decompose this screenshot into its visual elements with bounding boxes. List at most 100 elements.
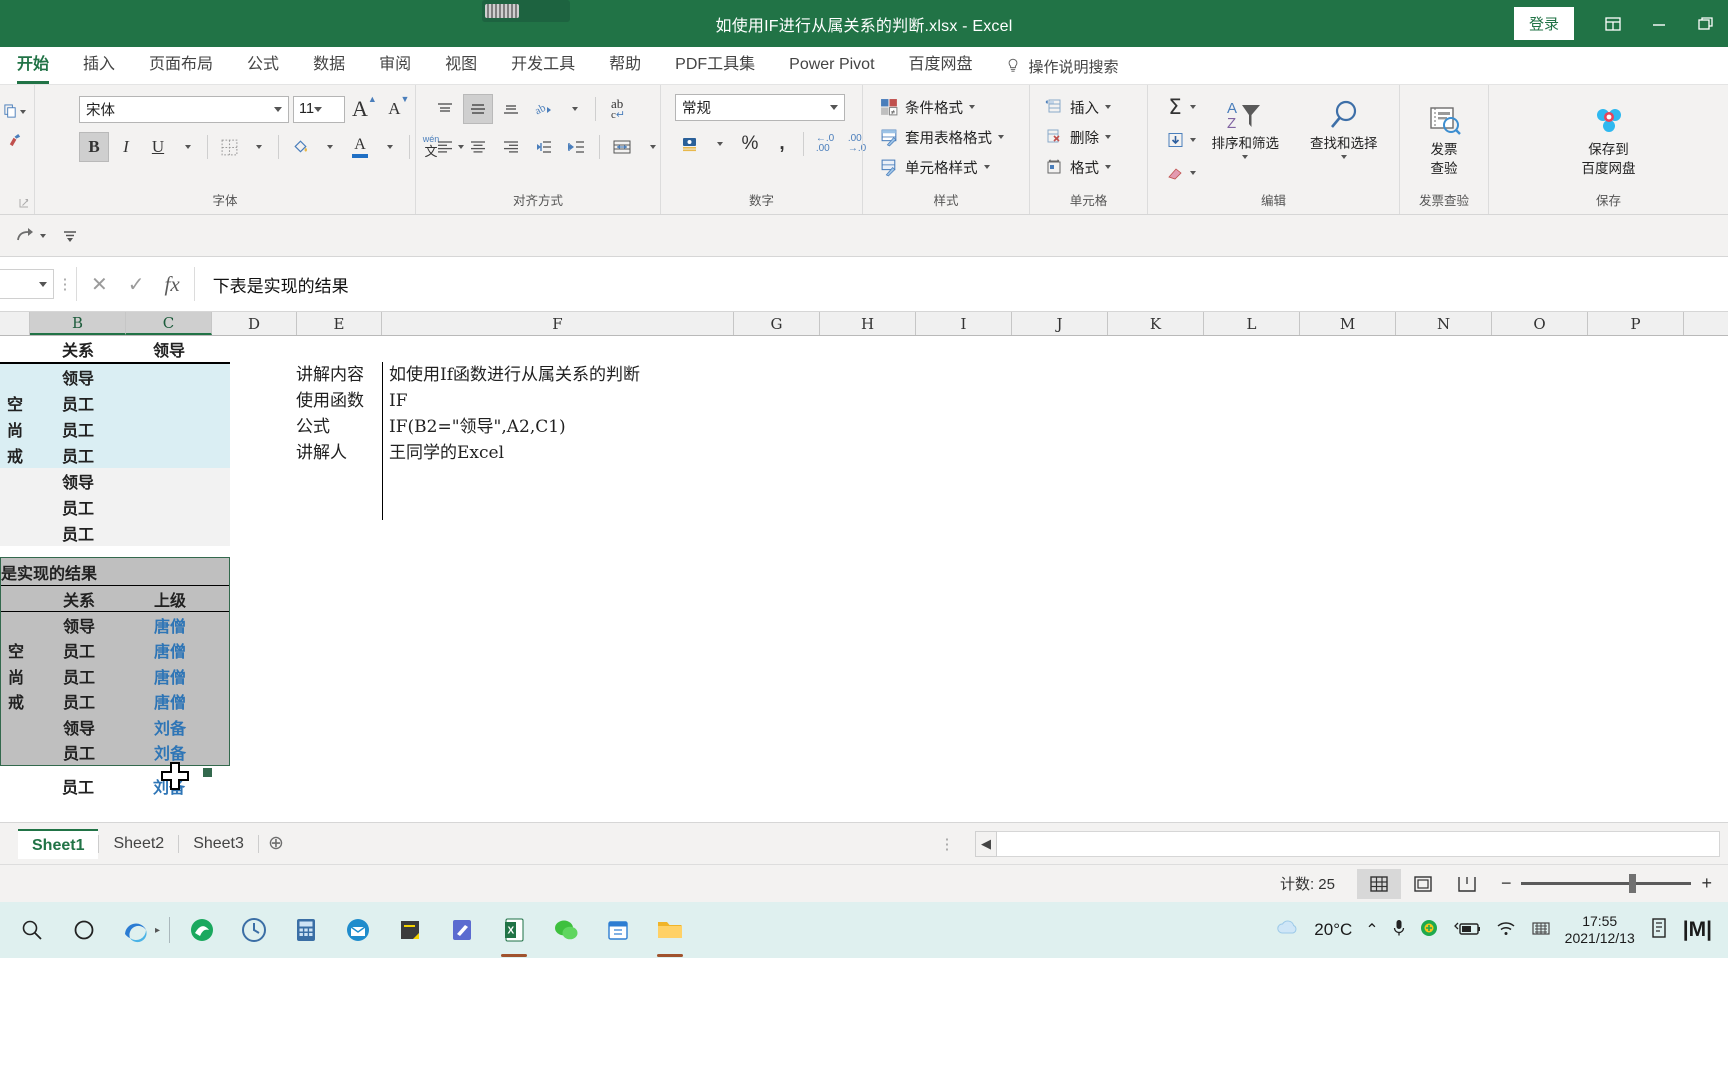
onenote-icon[interactable] [436, 902, 488, 958]
cell-b[interactable]: 员工 [30, 416, 126, 442]
security-shield-icon[interactable] [1419, 918, 1439, 942]
chevron-down-icon[interactable] [1190, 171, 1196, 175]
table-row[interactable]: 领导 唐僧 [1, 612, 229, 638]
align-right-icon[interactable] [496, 132, 526, 162]
dialog-launcher-icon[interactable] [18, 194, 30, 208]
chevron-down-icon[interactable] [1105, 105, 1111, 109]
tab-power-pivot[interactable]: Power Pivot [772, 48, 891, 84]
info-label[interactable]: 公式 [296, 414, 382, 440]
format-cells-button[interactable]: 格式 [1040, 152, 1115, 182]
cell-b[interactable]: 员工 [31, 740, 127, 766]
table-row-outside-selection[interactable]: 员工 刘备 [0, 773, 230, 799]
info-value[interactable]: IF [382, 388, 682, 414]
cell-a[interactable]: 戒 [0, 442, 30, 468]
chevron-down-icon[interactable] [274, 106, 282, 112]
table-row[interactable]: 领导 刘备 [1, 714, 229, 740]
col-header-h[interactable]: H [820, 312, 916, 335]
cell-c[interactable] [126, 416, 212, 442]
italic-button[interactable]: I [111, 132, 141, 162]
horizontal-scrollbar[interactable]: ◀ [975, 830, 1720, 857]
wechat-icon[interactable] [540, 902, 592, 958]
zoom-control[interactable]: − + [1501, 873, 1712, 894]
app-icon[interactable]: |M| [1683, 918, 1712, 942]
delete-cells-button[interactable]: 删除 [1040, 122, 1115, 152]
underline-dropdown[interactable] [175, 134, 201, 160]
copy-icon[interactable] [3, 104, 26, 119]
invoice-check-button[interactable]: 发票 查验 [1406, 98, 1482, 178]
col-header-f[interactable]: F [382, 312, 734, 335]
insert-cells-button[interactable]: 插入 [1040, 92, 1115, 122]
info-value[interactable]: IF(B2="领导",A2,C1) [382, 414, 682, 440]
cortana-circle-icon[interactable] [58, 902, 110, 958]
text-orientation-dropdown[interactable] [562, 96, 588, 122]
spreadsheet-grid[interactable]: B C D E F G H I J K L M N O P 关系 领导 领导 空… [0, 312, 1728, 822]
cell-c[interactable]: 唐僧 [127, 663, 213, 689]
edge-browser-icon[interactable]: ▸ [110, 902, 162, 958]
accounting-number-format-icon[interactable] [675, 129, 705, 159]
enter-check-icon[interactable]: ✓ [128, 272, 145, 297]
align-center-icon[interactable] [463, 132, 493, 162]
col-header-e[interactable]: E [297, 312, 382, 335]
cell-c[interactable]: 唐僧 [127, 638, 213, 664]
col-header-a-partial[interactable] [0, 312, 30, 335]
table-row[interactable]: 领导 [0, 364, 230, 390]
scroll-left-icon[interactable]: ◀ [975, 830, 997, 857]
cell-styles-button[interactable]: 单元格样式 [875, 152, 994, 182]
cell-b[interactable]: 领导 [30, 364, 126, 390]
cell-c[interactable] [126, 364, 212, 390]
zoom-out-button[interactable]: − [1501, 873, 1512, 894]
tab-review[interactable]: 审阅 [362, 48, 428, 84]
chevron-down-icon[interactable] [39, 281, 47, 287]
zoom-in-button[interactable]: + [1701, 873, 1712, 894]
notification-center-icon[interactable] [1648, 916, 1670, 944]
formula-bar-input[interactable]: 下表是实现的结果 [195, 272, 1728, 297]
cell-c[interactable] [126, 494, 212, 520]
info-label[interactable]: 讲解内容 [296, 362, 382, 388]
cell-a[interactable]: 尚 [0, 416, 30, 442]
cell-a[interactable] [0, 494, 30, 520]
font-name-input[interactable]: 宋体 [79, 95, 289, 123]
format-as-table-button[interactable]: 套用表格格式 [875, 122, 1008, 152]
clear-button[interactable] [1160, 158, 1196, 188]
increase-decimal-icon[interactable]: ←.0.00 [810, 129, 840, 159]
calendar-icon[interactable] [592, 902, 644, 958]
cell-c-header[interactable]: 上级 [127, 586, 213, 611]
redo-button[interactable] [14, 226, 46, 246]
chevron-down-icon[interactable] [1105, 135, 1111, 139]
info-value[interactable]: 如使用If函数进行从属关系的判断 [382, 362, 640, 388]
cell-a[interactable]: 戒 [1, 689, 31, 715]
cell-b[interactable]: 员工 [31, 638, 127, 664]
sheet-tab-sheet1[interactable]: Sheet1 [18, 828, 99, 859]
align-left-icon[interactable] [430, 132, 460, 162]
table-bottom-title-row[interactable]: 是实现的结果 [1, 558, 229, 586]
middle-align-icon[interactable] [463, 94, 493, 124]
col-header-m[interactable]: M [1300, 312, 1396, 335]
merge-and-center-icon[interactable] [607, 132, 637, 162]
cell-c[interactable]: 唐僧 [127, 689, 213, 715]
wrap-text-icon[interactable]: ab c↵ [603, 94, 633, 124]
cell-b[interactable]: 员工 [30, 520, 126, 546]
excel-icon[interactable]: X [488, 902, 540, 958]
col-header-p[interactable]: P [1588, 312, 1684, 335]
quick-access-toolbar-blob[interactable] [482, 0, 570, 22]
cell-a[interactable] [1, 612, 31, 638]
info-value[interactable]: 王同学的Excel [382, 440, 682, 466]
tab-help[interactable]: 帮助 [592, 48, 658, 84]
scroll-track[interactable] [997, 830, 1720, 857]
table-row[interactable]: 尚 员工 唐僧 [1, 663, 229, 689]
col-header-b[interactable]: B [30, 312, 126, 335]
comma-style-button[interactable]: , [767, 129, 797, 159]
fill-color-icon[interactable] [285, 132, 315, 162]
chevron-down-icon[interactable] [40, 233, 46, 238]
normal-view-icon[interactable] [1356, 868, 1401, 899]
table-row[interactable]: 戒 员工 [0, 442, 230, 468]
table-row[interactable]: 空 员工 唐僧 [1, 637, 229, 664]
show-hidden-icons-chevron[interactable]: ⌃ [1365, 920, 1378, 940]
clock-app-icon[interactable] [228, 902, 280, 958]
add-sheet-plus-icon[interactable]: ⊕ [259, 832, 293, 855]
save-to-baidu-netdisk-button[interactable]: 保存到 百度网盘 [1563, 98, 1655, 178]
zoom-slider-knob[interactable] [1629, 874, 1637, 893]
edge-legacy-icon[interactable] [176, 902, 228, 958]
cell-b[interactable]: 员工 [31, 663, 127, 689]
col-header-i[interactable]: I [916, 312, 1012, 335]
